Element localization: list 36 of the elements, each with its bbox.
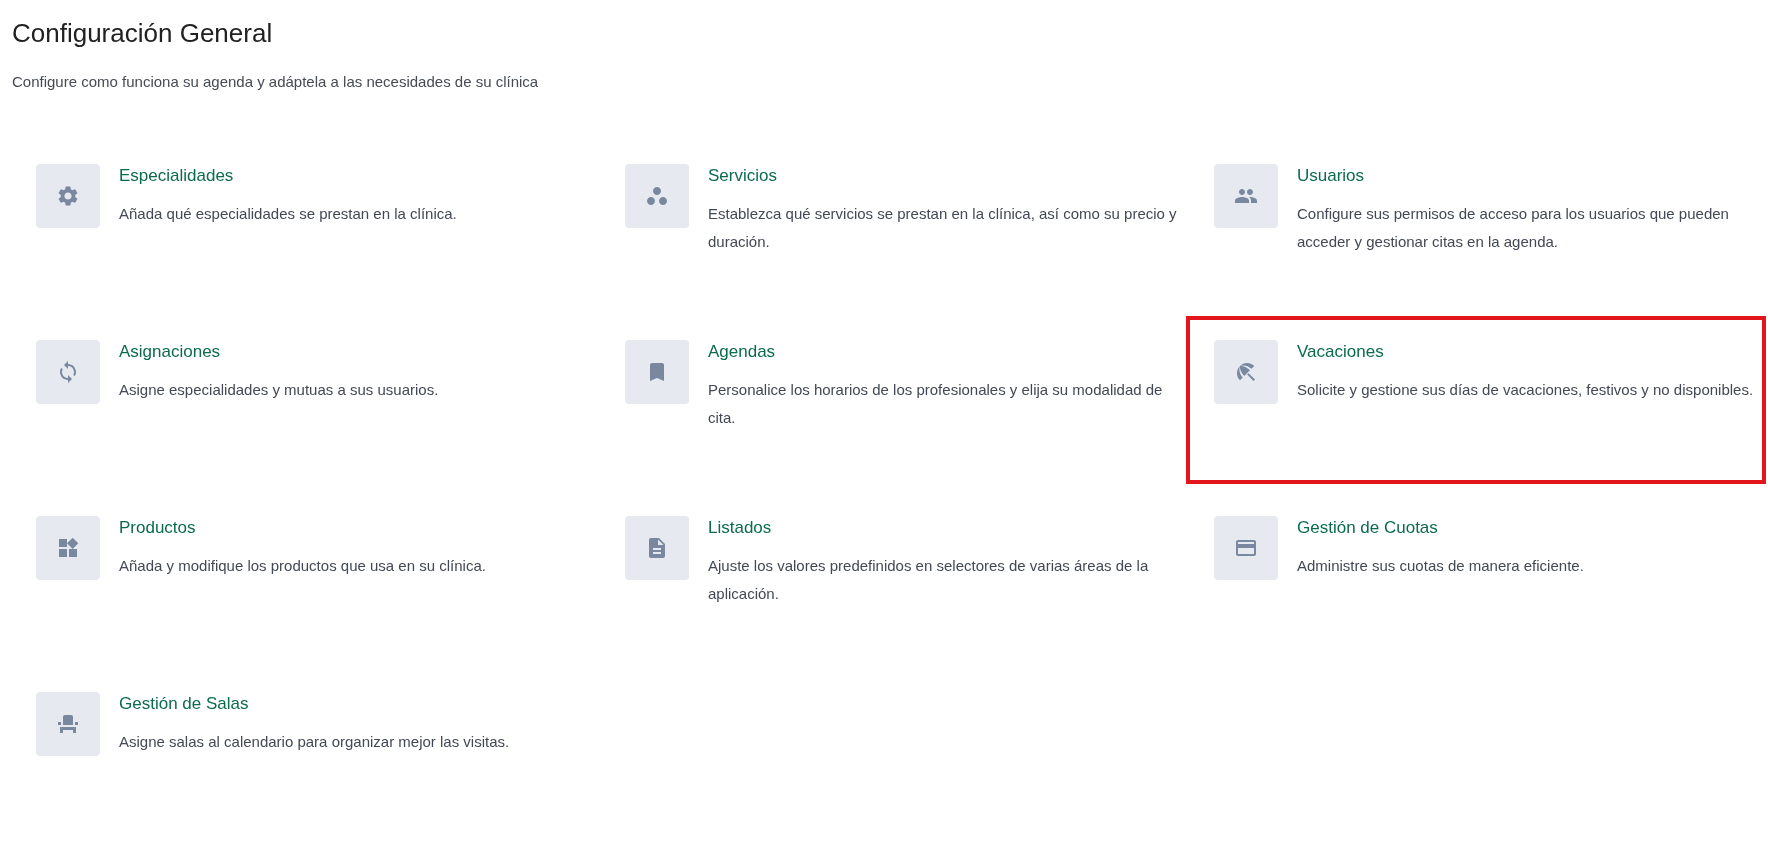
widgets-icon bbox=[56, 536, 80, 560]
icon-tile[interactable] bbox=[625, 340, 689, 404]
icon-tile[interactable] bbox=[36, 692, 100, 756]
icon-tile[interactable] bbox=[625, 164, 689, 228]
gear-icon bbox=[56, 184, 80, 208]
section-description: Añada y modifique los productos que usa en su clínica. bbox=[119, 556, 487, 576]
umbrella-icon bbox=[1234, 360, 1258, 384]
section-description: Personalice los horarios de los profesionales y elija su modalidad de cita. bbox=[708, 380, 1164, 428]
page-title: Configuración General bbox=[12, 17, 273, 50]
section-link[interactable]: Servicios bbox=[708, 164, 777, 188]
section-description: Añada qué especialidades se prestan en la clínica. bbox=[119, 204, 458, 224]
section-link[interactable]: Productos bbox=[119, 516, 196, 540]
icon-tile[interactable] bbox=[36, 164, 100, 228]
page-subtitle: Configure como funciona su agenda y adáptela a las necesidades de su clínica bbox=[12, 72, 539, 92]
seat-icon bbox=[56, 712, 80, 736]
section-link[interactable]: Vacaciones bbox=[1297, 340, 1384, 364]
section-description: Configure sus permisos de acceso para los usuarios que pueden acceder y gestionar citas en la agenda. bbox=[1297, 204, 1730, 252]
section-description: Asigne especialidades y mutuas a sus usuarios. bbox=[119, 380, 440, 400]
section-description: Administre sus cuotas de manera eficiente. bbox=[1297, 556, 1585, 576]
icon-tile[interactable] bbox=[36, 340, 100, 404]
section-link[interactable]: Usuarios bbox=[1297, 164, 1365, 188]
icon-tile[interactable] bbox=[1214, 164, 1278, 228]
section-description: Asigne salas al calendario para organizar mejor las visitas. bbox=[119, 732, 511, 752]
section-description: Ajuste los valores predefinidos en selectores de varias áreas de la aplicación. bbox=[708, 556, 1150, 604]
section-link[interactable]: Gestión de Salas bbox=[119, 692, 249, 716]
section-link[interactable]: Especialidades bbox=[119, 164, 234, 188]
section-link[interactable]: Asignaciones bbox=[119, 340, 221, 364]
section-description: Solicite y gestione sus días de vacaciones, festivos y no disponibles. bbox=[1297, 380, 1755, 400]
section-link[interactable]: Gestión de Cuotas bbox=[1297, 516, 1438, 540]
section-link[interactable]: Listados bbox=[708, 516, 772, 540]
icon-tile[interactable] bbox=[1214, 516, 1278, 580]
section-description: Establezca qué servicios se prestan en la clínica, así como su precio y duración. bbox=[708, 204, 1178, 252]
icon-tile[interactable] bbox=[1214, 340, 1278, 404]
section-link[interactable]: Agendas bbox=[708, 340, 776, 364]
icon-tile[interactable] bbox=[36, 516, 100, 580]
icon-tile[interactable] bbox=[625, 516, 689, 580]
